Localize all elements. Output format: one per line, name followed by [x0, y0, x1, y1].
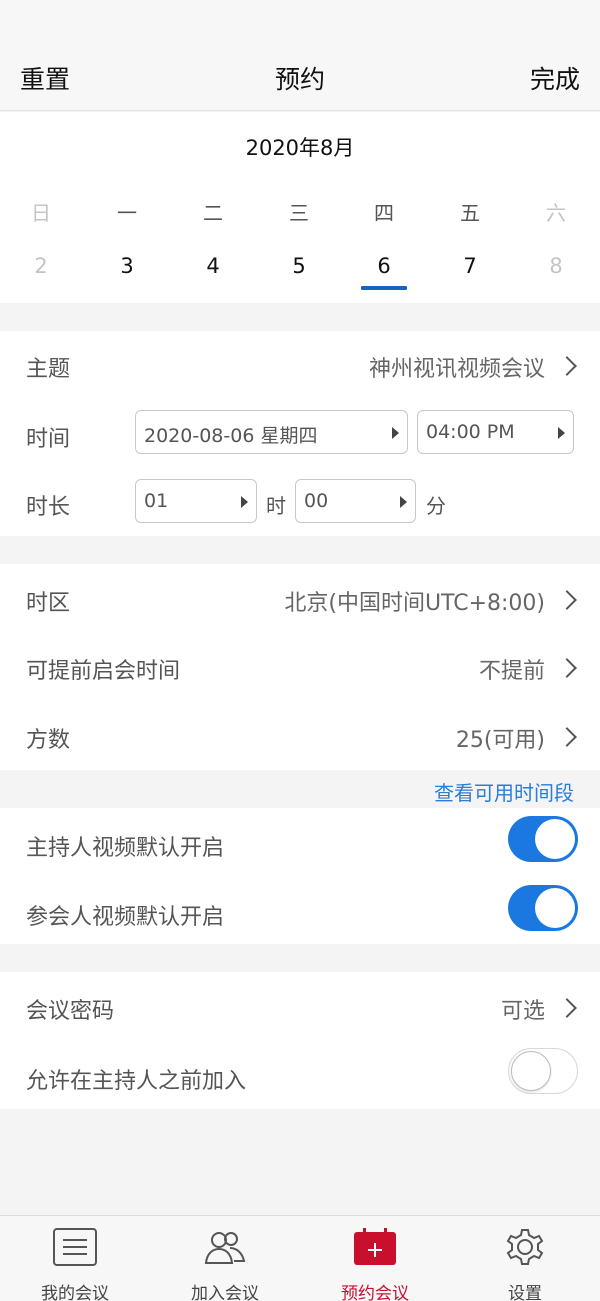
- join-before-host-label: 允许在主持人之前加入: [26, 1069, 247, 1094]
- hours-picker[interactable]: 01: [135, 479, 257, 523]
- hours-value: 01: [144, 490, 169, 512]
- week-calendar: 2020年8月 日 一 二 三 四 五 六 2 3 4 5 6 7 8: [0, 112, 600, 303]
- timezone-label: 时区: [26, 591, 71, 616]
- subject-value: 神州视讯视频会议: [368, 357, 545, 382]
- toggle-knob: [535, 888, 575, 928]
- calendar-day[interactable]: 7: [440, 254, 500, 278]
- nav-schedule-meeting[interactable]: 预约会议: [300, 1216, 450, 1301]
- list-icon: [53, 1228, 97, 1266]
- calendar-day[interactable]: 2: [11, 254, 71, 278]
- host-video-label: 主持人视频默认开启: [26, 836, 225, 861]
- duration-label: 时长: [26, 495, 71, 520]
- timezone-value: 北京(中国时间UTC+8:00): [284, 591, 545, 616]
- time-label: 时间: [26, 427, 71, 452]
- participants-label: 方数: [26, 728, 71, 753]
- settings-section: 时区 北京(中国时间UTC+8:00) 可提前启会时间 不提前 方数 25(可用…: [0, 564, 600, 770]
- attendee-video-toggle[interactable]: [508, 885, 578, 931]
- nav-label: 设置: [508, 1284, 542, 1301]
- nav-label: 加入会议: [191, 1284, 259, 1301]
- date-row: 2 3 4 5 6 7 8: [0, 254, 600, 284]
- video-section: 主持人视频默认开启 参会人视频默认开启: [0, 808, 600, 944]
- calendar-day[interactable]: 8: [526, 254, 586, 278]
- subject-label: 主题: [26, 357, 71, 382]
- time-picker[interactable]: 04:00 PM: [417, 410, 574, 454]
- gear-icon: [506, 1229, 544, 1265]
- weekday-row: 日 一 二 三 四 五 六: [0, 197, 600, 227]
- caret-right-icon: [558, 427, 565, 439]
- weekday-label: 五: [460, 201, 480, 225]
- date-picker[interactable]: 2020-08-06 星期四: [135, 410, 408, 454]
- date-value: 2020-08-06 星期四: [144, 425, 318, 447]
- weekday-label: 二: [203, 201, 223, 225]
- calendar-day[interactable]: 3: [97, 254, 157, 278]
- nav-label: 我的会议: [41, 1284, 109, 1301]
- caret-right-icon: [392, 427, 399, 439]
- minutes-picker[interactable]: 00: [295, 479, 416, 523]
- security-section: 会议密码 可选 允许在主持人之前加入: [0, 972, 600, 1109]
- weekday-label: 四: [374, 201, 394, 225]
- early-start-label: 可提前启会时间: [26, 659, 181, 684]
- participants-value: 25(可用): [455, 728, 545, 753]
- host-video-toggle[interactable]: [508, 816, 578, 862]
- weekday-label: 三: [289, 201, 309, 225]
- view-available-times-link[interactable]: 查看可用时间段: [434, 777, 574, 806]
- nav-label: 预约会议: [341, 1284, 409, 1301]
- page-title: 预约: [274, 65, 325, 94]
- chevron-right-icon: [557, 658, 577, 678]
- caret-right-icon: [241, 496, 248, 508]
- join-before-host-toggle[interactable]: [508, 1048, 578, 1094]
- top-bar: 重置 预约 完成: [0, 0, 600, 111]
- available-time-hint: 查看可用时间段: [0, 772, 600, 808]
- chevron-right-icon: [557, 998, 577, 1018]
- chevron-right-icon: [557, 590, 577, 610]
- bottom-navigation: 我的会议 加入会议 预约会议 设置: [0, 1215, 600, 1301]
- time-value: 04:00 PM: [426, 421, 515, 443]
- chevron-right-icon: [557, 727, 577, 747]
- early-start-value: 不提前: [478, 659, 545, 684]
- caret-right-icon: [400, 496, 407, 508]
- nav-settings[interactable]: 设置: [450, 1216, 600, 1301]
- chevron-right-icon: [557, 356, 577, 376]
- calendar-day[interactable]: 4: [183, 254, 243, 278]
- calendar-month: 2020年8月: [245, 136, 355, 160]
- toggle-knob: [511, 1051, 551, 1091]
- weekday-label: 日: [31, 201, 51, 225]
- calendar-day[interactable]: 5: [269, 254, 329, 278]
- calendar-day-selected[interactable]: 6: [354, 254, 414, 278]
- password-value: 可选: [500, 999, 545, 1024]
- done-button[interactable]: 完成: [530, 60, 580, 96]
- meeting-info-section: 主题 神州视讯视频会议 时间 2020-08-06 星期四 04:00 PM 时…: [0, 331, 600, 536]
- nav-join-meeting[interactable]: 加入会议: [150, 1216, 300, 1301]
- calendar-plus-icon: [354, 1228, 396, 1265]
- attendee-video-label: 参会人视频默认开启: [26, 905, 225, 930]
- toggle-knob: [535, 819, 575, 859]
- hours-unit: 时: [266, 494, 286, 518]
- selected-day-indicator: [361, 286, 407, 290]
- minutes-unit: 分: [426, 494, 446, 518]
- nav-my-meetings[interactable]: 我的会议: [0, 1216, 150, 1301]
- weekday-label: 六: [546, 201, 566, 225]
- people-icon: [204, 1232, 246, 1264]
- password-label: 会议密码: [26, 999, 115, 1024]
- minutes-value: 00: [304, 490, 329, 512]
- weekday-label: 一: [117, 201, 137, 225]
